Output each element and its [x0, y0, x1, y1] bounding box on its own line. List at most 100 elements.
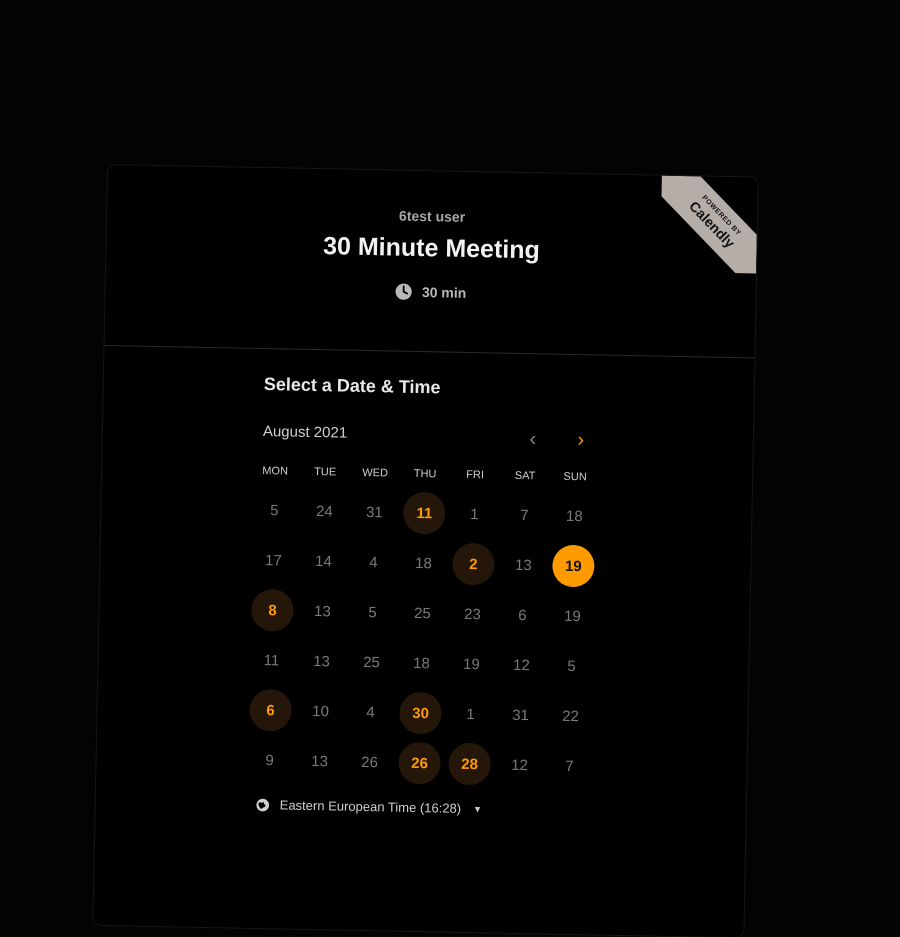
- calendar-day-available[interactable]: 6: [245, 685, 296, 736]
- day-number: 6: [249, 688, 292, 732]
- calendar-day-available[interactable]: 11: [399, 488, 450, 539]
- booking-card: POWERED BY Calendly 6test user 30 Minute…: [93, 165, 758, 937]
- day-number: 4: [369, 553, 378, 571]
- day-number: 26: [398, 741, 441, 785]
- calendar-day-available[interactable]: 8: [247, 585, 298, 636]
- day-number: 14: [314, 552, 332, 570]
- calendar-day: 6: [497, 590, 548, 641]
- day-number: 13: [313, 602, 331, 620]
- timezone-selector[interactable]: Eastern European Time (16:28) ▼: [256, 797, 483, 816]
- weekday-label: THU: [413, 467, 437, 481]
- day-number: 17: [264, 551, 282, 569]
- day-number: 8: [251, 588, 294, 632]
- calendar-day: 17: [248, 535, 299, 586]
- day-number: 18: [414, 554, 432, 572]
- calendar-day: 13: [297, 586, 348, 637]
- calendar-day: 7: [499, 490, 550, 541]
- day-number: 5: [567, 657, 576, 675]
- month-navigation: August 2021 ‹ ›: [263, 423, 603, 454]
- day-number: 12: [512, 656, 530, 674]
- badge-band: POWERED BY Calendly: [660, 175, 758, 274]
- calendar-day: 14: [298, 536, 349, 587]
- calendar-day: 23: [447, 589, 498, 640]
- weekday-header: MON TUE WED THU FRI SAT SUN: [250, 465, 752, 487]
- weekday-label: SUN: [563, 470, 587, 484]
- calendar-day: 5: [249, 485, 300, 536]
- calendar-day: 26: [344, 737, 395, 788]
- day-number: 5: [270, 501, 279, 519]
- calendar-day: 12: [494, 740, 545, 791]
- day-number: 28: [448, 742, 491, 786]
- chevron-right-icon[interactable]: ›: [569, 429, 593, 453]
- duration-label: 30 min: [421, 284, 467, 301]
- calendar-day: 7: [544, 740, 595, 791]
- calendar-day: 5: [546, 641, 597, 692]
- calendar-day: 24: [299, 486, 350, 537]
- calendar-day: 9: [244, 735, 295, 786]
- day-number: 26: [361, 753, 379, 771]
- day-number: 2: [452, 542, 495, 586]
- calendar-day-selected[interactable]: 19: [548, 541, 599, 592]
- date-picker-section: Select a Date & Time August 2021 ‹ › MON…: [96, 346, 755, 826]
- month-label: August 2021: [262, 423, 348, 442]
- day-number: 25: [362, 653, 381, 671]
- section-title: Select a Date & Time: [263, 374, 441, 398]
- day-number: 9: [265, 751, 274, 769]
- calendar-day: 13: [294, 736, 345, 787]
- calendar-day: 31: [349, 487, 400, 538]
- calendar-day-available[interactable]: 28: [444, 739, 495, 790]
- day-number: 1: [466, 705, 475, 723]
- day-number: 19: [551, 544, 595, 588]
- weekday-label: MON: [262, 465, 289, 478]
- day-number: 24: [315, 502, 333, 520]
- calendar-day: 25: [346, 637, 397, 688]
- calendar-day-available[interactable]: 26: [394, 738, 445, 789]
- day-number: 10: [312, 702, 330, 720]
- badge-brand: Calendly: [686, 197, 739, 252]
- day-number: 25: [413, 604, 431, 622]
- day-number: 11: [402, 491, 446, 535]
- day-number: 4: [366, 703, 375, 721]
- calendar-day-available[interactable]: 30: [395, 688, 446, 739]
- calendar-day: 18: [398, 538, 449, 589]
- day-number: 11: [263, 651, 280, 669]
- day-number: 5: [368, 603, 377, 621]
- calendar-day: 5: [347, 587, 398, 638]
- day-number: 6: [518, 606, 527, 624]
- caret-down-icon: ▼: [473, 803, 483, 814]
- calendar-day: 4: [345, 687, 396, 738]
- day-number: 31: [512, 706, 530, 724]
- day-number: 12: [511, 756, 529, 774]
- weekday-label: TUE: [314, 466, 337, 479]
- day-number: 13: [514, 556, 532, 574]
- calendar-day: 13: [498, 540, 549, 591]
- calendar-day: 31: [495, 690, 546, 741]
- day-number: 18: [565, 507, 583, 525]
- calendar-day: 4: [348, 537, 399, 588]
- chevron-left-icon[interactable]: ‹: [521, 428, 545, 452]
- day-number: 19: [462, 655, 480, 673]
- weekday-label: WED: [362, 466, 389, 480]
- powered-by-badge[interactable]: POWERED BY Calendly: [660, 175, 758, 274]
- event-duration: 30 min: [395, 283, 467, 302]
- calendar-grid: 5 24 31 11 1 7 18 17 14 4 18 2 13 19 8 13 5 25 23 6 19 11 13 25…: [244, 485, 752, 795]
- day-number: 13: [311, 752, 329, 770]
- calendar-day: 18: [549, 491, 600, 542]
- calendar-day: 19: [446, 639, 497, 690]
- calendar-day: 1: [445, 689, 496, 740]
- calendar-day: 18: [396, 638, 447, 689]
- calendar-day: 12: [496, 640, 547, 691]
- calendar-day: 1: [449, 489, 500, 540]
- clock-icon: [395, 283, 413, 300]
- calendar-day: 11: [246, 635, 297, 686]
- calendar-day: 13: [296, 636, 347, 687]
- day-number: 23: [463, 605, 481, 623]
- weekday-label: SAT: [514, 469, 536, 483]
- timezone-label: Eastern European Time (16:28): [279, 797, 462, 816]
- day-number: 18: [412, 654, 431, 672]
- globe-icon: [256, 798, 270, 811]
- calendar-day: 10: [295, 686, 346, 737]
- calendar-day-available[interactable]: 2: [448, 539, 499, 590]
- day-number: 31: [365, 503, 383, 521]
- day-number: 7: [565, 757, 574, 775]
